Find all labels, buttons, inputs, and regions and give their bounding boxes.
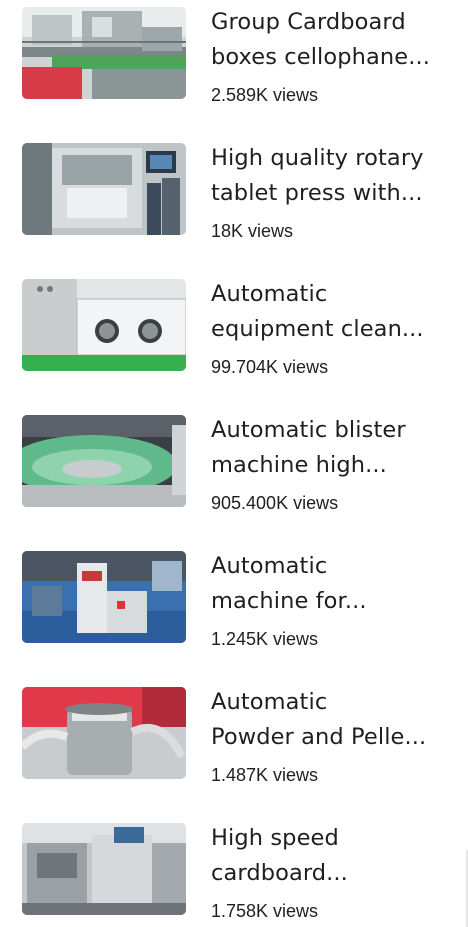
exhibition-machine-thumbnail[interactable] bbox=[22, 551, 186, 643]
video-list-item[interactable]: High quality rotary tablet press with...… bbox=[0, 136, 468, 272]
video-title-line: machine high... bbox=[211, 452, 387, 478]
video-title[interactable]: Automatic equipment clean... bbox=[211, 277, 451, 347]
video-list-item[interactable]: High speed cardboard... 1.758K views bbox=[0, 816, 468, 927]
blister-machine-thumbnail[interactable] bbox=[22, 415, 186, 507]
view-count: 905.400K views bbox=[211, 493, 339, 513]
video-title-line: boxes cellophane... bbox=[211, 44, 430, 70]
video-list-item[interactable]: Automatic equipment clean... 99.704K vie… bbox=[0, 272, 468, 408]
packaging-line-thumbnail[interactable] bbox=[22, 7, 186, 99]
video-list-item[interactable]: Automatic machine for... 1.245K views bbox=[0, 544, 468, 680]
view-count: 1.487K views bbox=[211, 765, 319, 785]
view-count: 1.245K views bbox=[211, 629, 319, 649]
video-title-line: cardboard... bbox=[211, 860, 348, 886]
video-title[interactable]: High quality rotary tablet press with... bbox=[211, 141, 451, 211]
video-title-line: Powder and Pelle... bbox=[211, 724, 427, 750]
video-list-item[interactable]: Automatic blister machine high... 905.40… bbox=[0, 408, 468, 544]
video-title-line: High speed bbox=[211, 825, 339, 851]
video-title-line: Automatic bbox=[211, 281, 328, 307]
view-count: 99.704K views bbox=[211, 357, 329, 377]
video-title-line: Automatic bbox=[211, 689, 328, 715]
video-title-line: machine for... bbox=[211, 588, 367, 614]
view-count: 2.589K views bbox=[211, 85, 319, 105]
video-title-line: Automatic blister bbox=[211, 417, 406, 443]
video-list: Group Cardboard boxes cellophane... 2.58… bbox=[0, 0, 468, 927]
video-title-line: Group Cardboard bbox=[211, 9, 406, 35]
video-title[interactable]: High speed cardboard... bbox=[211, 821, 451, 891]
cartoning-machine-thumbnail[interactable] bbox=[22, 823, 186, 915]
video-list-item[interactable]: Automatic Powder and Pelle... 1.487K vie… bbox=[0, 680, 468, 816]
vacuum-loader-thumbnail[interactable] bbox=[22, 687, 186, 779]
video-title[interactable]: Automatic blister machine high... bbox=[211, 413, 451, 483]
glovebox-thumbnail[interactable] bbox=[22, 279, 186, 371]
video-title-line: High quality rotary bbox=[211, 145, 424, 171]
view-count: 1.758K views bbox=[211, 901, 319, 921]
video-title[interactable]: Automatic machine for... bbox=[211, 549, 451, 619]
video-title-line: tablet press with... bbox=[211, 180, 423, 206]
video-list-item[interactable]: Group Cardboard boxes cellophane... 2.58… bbox=[0, 0, 468, 136]
video-title[interactable]: Automatic Powder and Pelle... bbox=[211, 685, 451, 755]
view-count: 18K views bbox=[211, 221, 294, 241]
video-title-line: Automatic bbox=[211, 553, 328, 579]
video-title-line: equipment clean... bbox=[211, 316, 424, 342]
tablet-press-thumbnail[interactable] bbox=[22, 143, 186, 235]
video-title[interactable]: Group Cardboard boxes cellophane... bbox=[211, 5, 451, 75]
